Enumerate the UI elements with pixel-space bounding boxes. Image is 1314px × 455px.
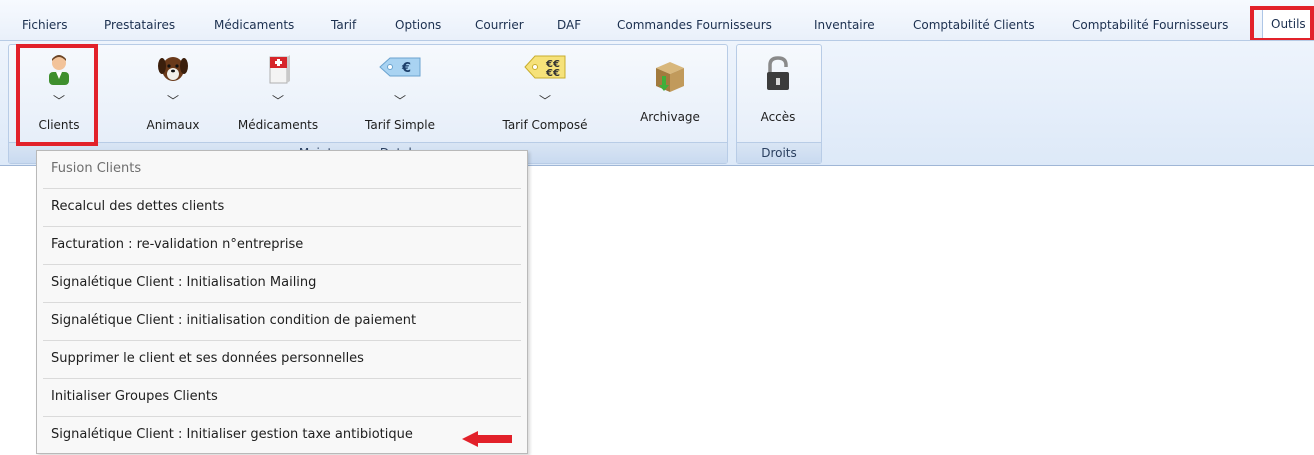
clients-highlight-box xyxy=(16,44,98,146)
svg-text:€: € xyxy=(401,61,411,76)
menu-courrier[interactable]: Courrier xyxy=(475,18,524,32)
menu-inventaire[interactable]: Inventaire xyxy=(814,18,875,32)
menu-item-facturation-revalidation[interactable]: Facturation : re-validation n°entreprise xyxy=(43,227,521,265)
chevron-down-icon: ﹀ xyxy=(166,94,180,108)
archive-box-icon xyxy=(652,58,688,97)
menu-item-init-mailing[interactable]: Signalétique Client : Initialisation Mai… xyxy=(43,265,521,303)
medicine-box-icon xyxy=(263,52,293,89)
menu-tarif[interactable]: Tarif xyxy=(331,18,356,32)
chevron-down-icon: ﹀ xyxy=(538,94,552,108)
menu-comptabilite-clients[interactable]: Comptabilité Clients xyxy=(913,18,1035,32)
tarif-compose-button[interactable]: €€ €€ ﹀ Tarif Composé xyxy=(492,48,598,136)
menu-item-init-groupes-clients[interactable]: Initialiser Groupes Clients xyxy=(43,379,521,417)
quotes-tag-icon: €€ €€ xyxy=(523,52,567,85)
menu-daf[interactable]: DAF xyxy=(557,18,581,32)
menu-item-init-taxe-antibiotique[interactable]: Signalétique Client : Initialiser gestio… xyxy=(43,417,521,455)
clients-dropdown-menu: Fusion Clients Recalcul des dettes clien… xyxy=(36,150,528,454)
euro-tag-icon: € xyxy=(378,52,422,85)
archivage-button[interactable]: Archivage xyxy=(628,48,712,136)
medicaments-button[interactable]: ﹀ Médicaments xyxy=(228,48,328,136)
menu-comptabilite-fournisseurs[interactable]: Comptabilité Fournisseurs xyxy=(1072,18,1228,32)
menu-item-fusion-clients[interactable]: Fusion Clients xyxy=(43,151,521,189)
tarif-simple-button[interactable]: € ﹀ Tarif Simple xyxy=(352,48,448,136)
acces-button[interactable]: Accès xyxy=(740,48,816,136)
medicaments-label: Médicaments xyxy=(237,118,319,132)
menu-prestataires[interactable]: Prestataires xyxy=(104,18,175,32)
menu-item-init-condition-paiement[interactable]: Signalétique Client : initialisation con… xyxy=(43,303,521,341)
svg-text:€€: €€ xyxy=(545,68,560,79)
outils-highlight-box xyxy=(1250,6,1314,42)
acces-label: Accès xyxy=(760,110,796,124)
menu-item-supprimer-client[interactable]: Supprimer le client et ses données perso… xyxy=(43,341,521,379)
menu-item-recalcul-dettes[interactable]: Recalcul des dettes clients xyxy=(43,189,521,227)
tarif-simple-label: Tarif Simple xyxy=(365,118,435,132)
menu-options[interactable]: Options xyxy=(395,18,441,32)
chevron-down-icon: ﹀ xyxy=(271,94,285,108)
dog-icon xyxy=(157,52,189,89)
chevron-down-icon: ﹀ xyxy=(393,94,407,108)
group-label-droits: Droits xyxy=(737,142,821,163)
red-arrow-icon xyxy=(462,431,512,447)
padlock-icon xyxy=(764,56,792,95)
tarif-compose-label: Tarif Composé xyxy=(502,118,588,132)
archivage-label: Archivage xyxy=(640,110,700,124)
menu-fichiers[interactable]: Fichiers xyxy=(22,18,67,32)
menu-commandes-fournisseurs[interactable]: Commandes Fournisseurs xyxy=(617,18,772,32)
animaux-button[interactable]: ﹀ Animaux xyxy=(128,48,218,136)
menu-medicaments[interactable]: Médicaments xyxy=(214,18,294,32)
animaux-label: Animaux xyxy=(146,118,200,132)
menu-bar: Fichiers Prestataires Médicaments Tarif … xyxy=(0,0,1314,40)
